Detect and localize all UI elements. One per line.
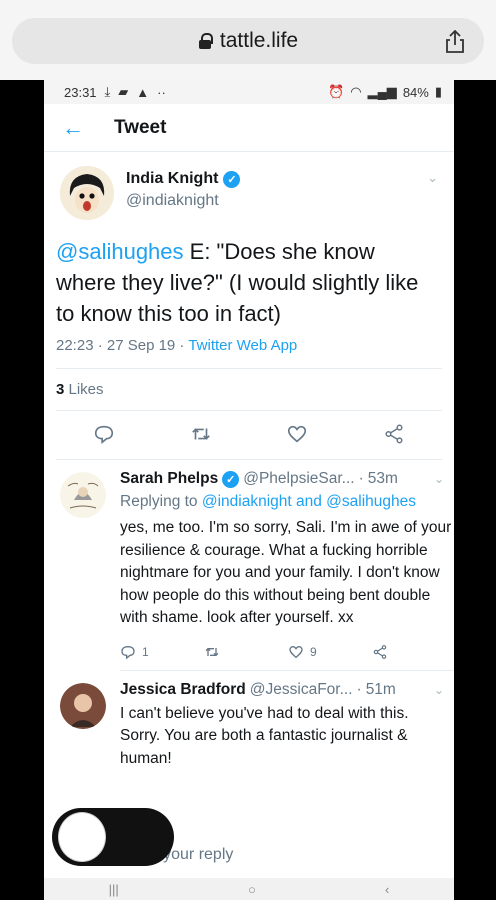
preview-thumbnail	[58, 812, 106, 862]
back-icon[interactable]: ‹	[385, 882, 389, 897]
share-icon[interactable]	[383, 423, 405, 445]
reply-actions: 1 9	[120, 644, 454, 671]
reply-time: 53m	[367, 470, 398, 487]
replying-prefix: Replying to	[120, 493, 202, 510]
floating-preview-bubble[interactable]	[52, 808, 174, 866]
back-arrow-icon[interactable]: ←	[62, 116, 84, 138]
battery-level: 84%	[402, 84, 429, 100]
avatar[interactable]	[60, 166, 114, 220]
reply-icon[interactable]	[120, 644, 136, 660]
url-text: tattle.life	[219, 29, 299, 52]
chevron-down-icon[interactable]: ⌄	[427, 170, 438, 186]
signal-icon: ▂▄▆	[367, 84, 397, 99]
main-tweet: India Knight ✓ @indiaknight ⌄ @salihughe…	[44, 152, 454, 460]
like-count: 9	[310, 644, 317, 659]
download-icon: ⤓	[104, 84, 111, 99]
author-name[interactable]: India Knight	[126, 170, 218, 188]
more-icon: ··	[157, 84, 166, 100]
message-icon: ▰	[118, 84, 129, 99]
reply-author-name[interactable]: Sarah Phelps	[120, 470, 218, 488]
author-handle[interactable]: @indiaknight	[126, 192, 240, 210]
phone-screen: 23:31 ⤓ ▰ ▲ ·· ⏰ ◠ ▂▄▆ 84% ▮ ← Tweet Ind…	[44, 80, 454, 900]
wifi-icon: ◠	[350, 84, 362, 99]
verified-badge-icon: ✓	[223, 170, 241, 188]
retweet-icon[interactable]	[204, 644, 220, 660]
browser-toolbar: tattle.life	[0, 0, 496, 80]
avatar[interactable]	[60, 682, 106, 729]
reply-text: I can't believe you've had to deal with …	[120, 704, 409, 767]
reply-author-name[interactable]: Jessica Bradford	[120, 681, 246, 699]
address-bar[interactable]: tattle.life	[12, 18, 484, 64]
replying-to: Replying to @indiaknight and @salihughes	[120, 491, 454, 513]
battery-icon: ▮	[434, 84, 442, 99]
tweet-header: ← Tweet	[44, 104, 454, 152]
reply-author-handle[interactable]: @PhelpsieSar...	[243, 470, 354, 488]
lock-icon	[198, 33, 213, 49]
share-icon[interactable]	[372, 644, 388, 660]
heart-icon[interactable]	[286, 423, 308, 445]
status-time: 23:31	[64, 84, 97, 100]
status-bar: 23:31 ⤓ ▰ ▲ ·· ⏰ ◠ ▂▄▆ 84% ▮	[44, 80, 454, 104]
tweet-actions	[56, 411, 442, 460]
chevron-down-icon[interactable]: ⌄	[434, 683, 444, 697]
separator-dot: ·	[356, 680, 362, 698]
likes-label: Likes	[64, 381, 104, 398]
recent-apps-icon[interactable]: |||	[109, 882, 119, 897]
reply-count: 1	[142, 644, 149, 659]
separator-dot: ·	[358, 470, 364, 487]
share-icon[interactable]	[444, 30, 466, 54]
reply-tweet[interactable]: Sarah Phelps ✓ @PhelpsieSar... · 53m Rep…	[44, 460, 454, 671]
avatar[interactable]	[60, 472, 106, 518]
android-nav-bar: ||| ○ ‹	[44, 878, 454, 900]
source-app-link[interactable]: Twitter Web App	[188, 337, 297, 354]
reply-author-handle[interactable]: @JessicaFor...	[250, 681, 353, 699]
likes-row[interactable]: 3 Likes	[56, 368, 442, 411]
reply-text: yes, me too. I'm so sorry, Sali. I'm in …	[120, 519, 452, 626]
verified-badge-icon: ✓	[222, 470, 240, 488]
heart-icon[interactable]	[288, 644, 304, 660]
reply-time: 51m	[365, 680, 396, 698]
mention-link[interactable]: @salihughes	[56, 239, 184, 264]
reply-icon[interactable]	[93, 423, 115, 445]
alarm-icon: ⏰	[328, 84, 345, 99]
reply-tweet[interactable]: Jessica Bradford @JessicaFor... · 51m I …	[44, 671, 454, 771]
replying-to-mentions[interactable]: @indiaknight and @salihughes	[202, 493, 416, 510]
chevron-down-icon[interactable]: ⌄	[434, 472, 444, 486]
tweet-timestamp: 22:23 · 27 Sep 19 ·	[56, 337, 189, 354]
page-title: Tweet	[114, 116, 167, 138]
tweet-meta: 22:23 · 27 Sep 19 · Twitter Web App	[56, 337, 442, 354]
home-icon[interactable]: ○	[248, 882, 256, 897]
retweet-icon[interactable]	[190, 423, 212, 445]
tweet-text: @salihughes E: "Does she know where they…	[56, 236, 442, 329]
warning-icon: ▲	[136, 84, 150, 100]
